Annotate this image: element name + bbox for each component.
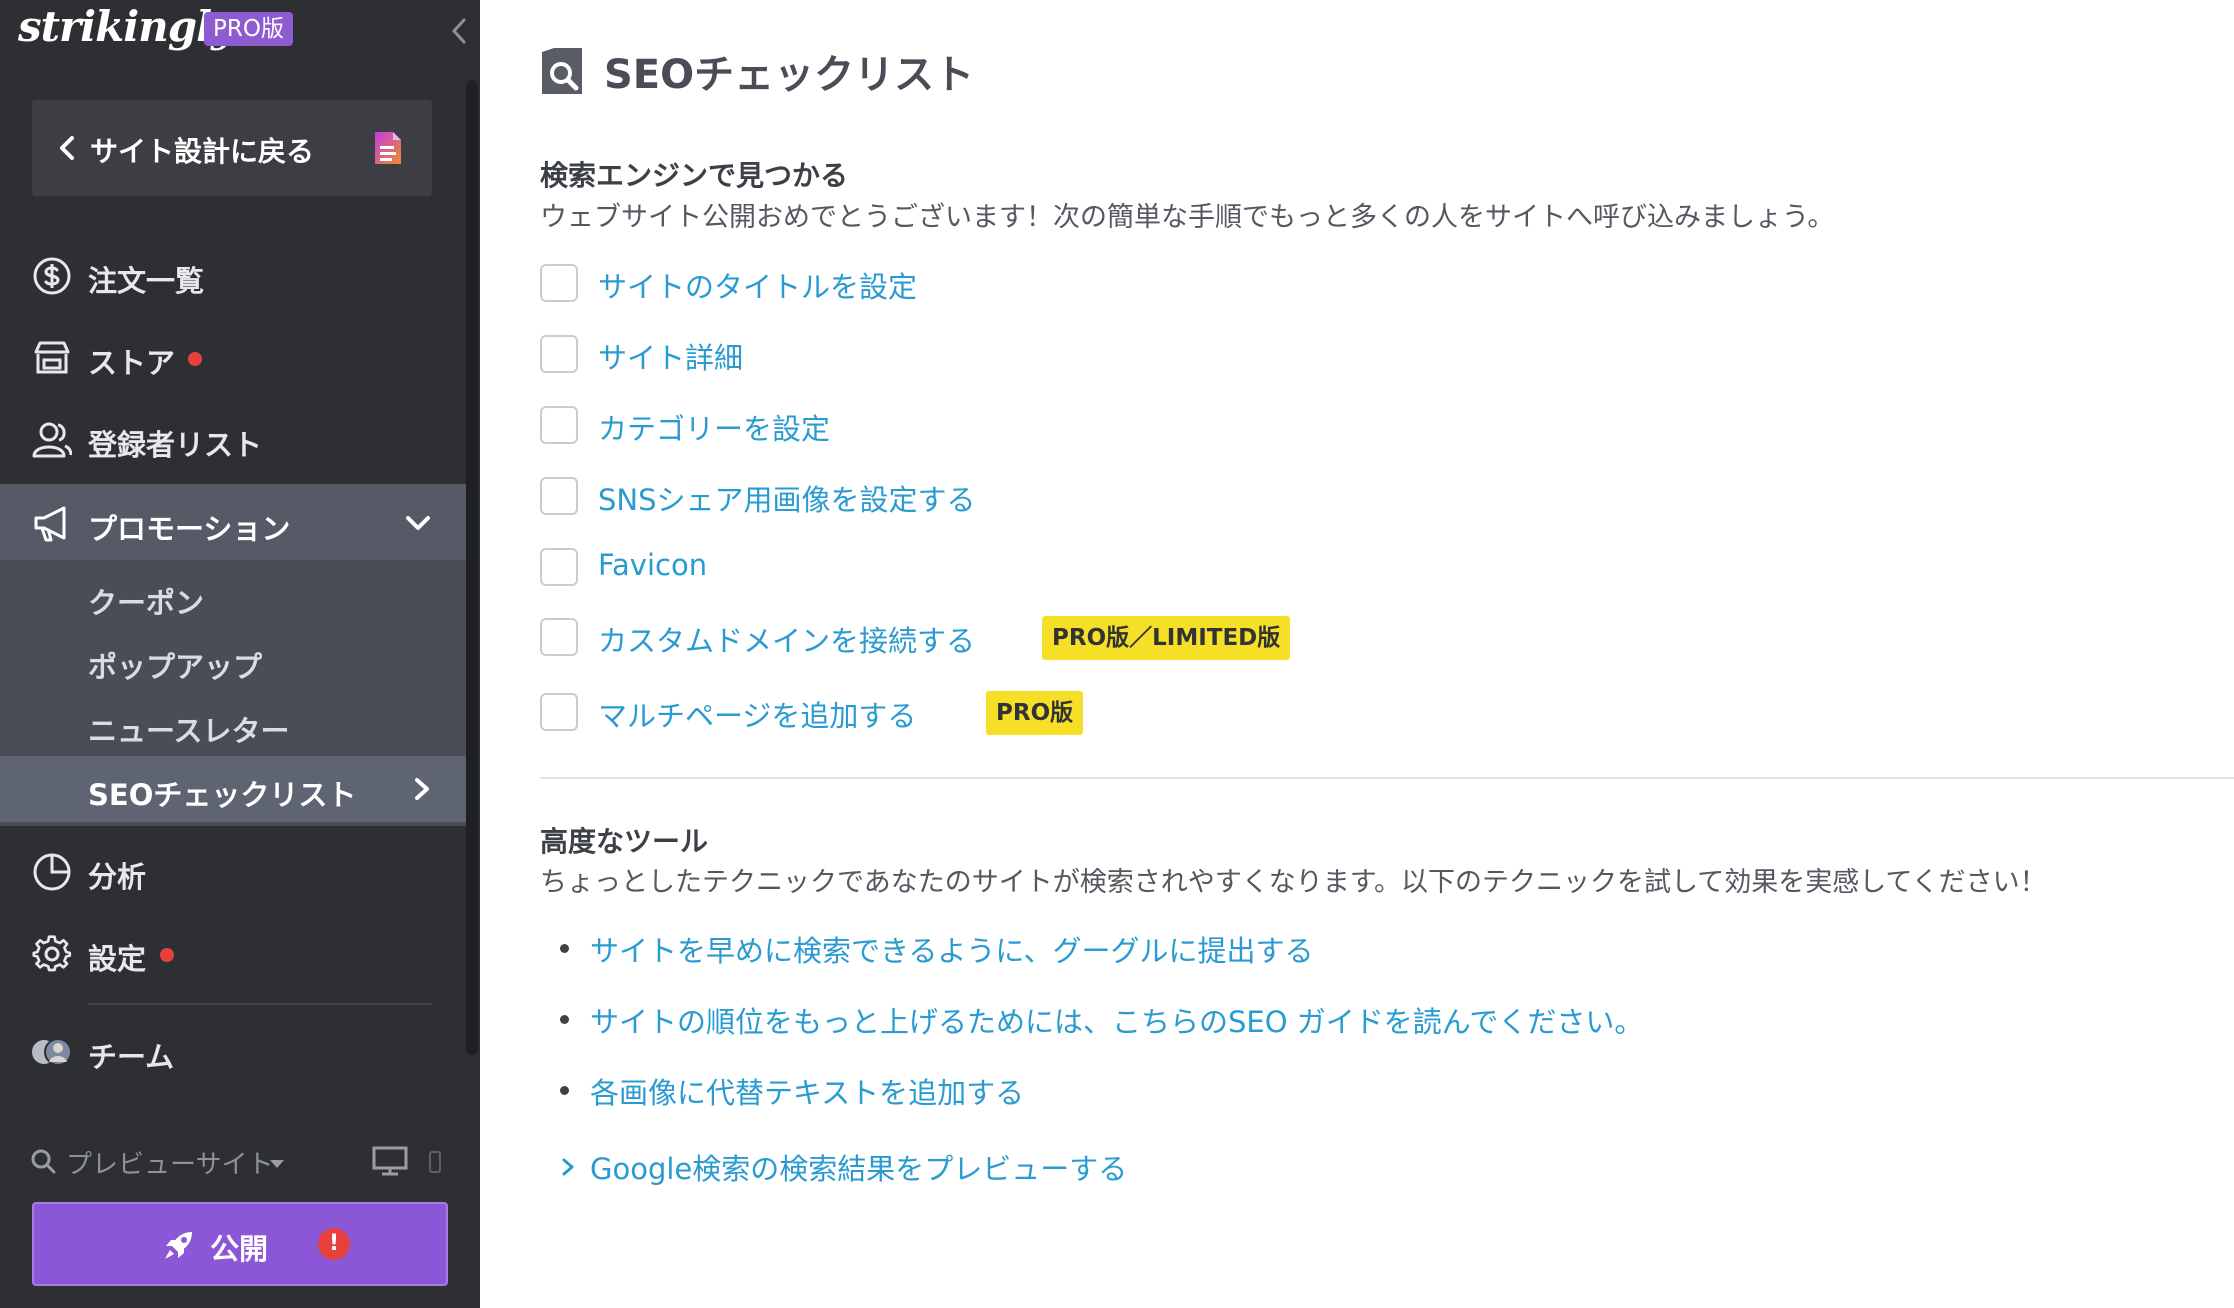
pro-plan-badge: PRO版 [986,691,1084,735]
page-document-icon [375,132,401,164]
advanced-tip-link[interactable]: 各画像に代替テキストを追加する [590,1070,1024,1112]
store-icon [34,341,70,374]
main-content: SEOチェックリスト 検索エンジンで見つかる ウェブサイト公開おめでとうございま… [480,0,2234,1308]
megaphone-icon [34,506,66,542]
pie-chart-icon [33,853,71,891]
advanced-tip-link[interactable]: サイトの順位をもっと上げるためには、こちらのSEO ガイドを読んでください。 [590,999,1643,1041]
sidebar: strikingly PRO版 サイト設計に戻る 注文一覧 ストア 登録者リスト… [0,0,480,1308]
back-to-site-editor-button[interactable]: サイト設計に戻る [32,100,432,196]
seo-search-icon [542,48,582,94]
strikingly-logo[interactable]: strikingly [18,2,235,51]
nav-label-promotion: プロモーション [88,512,291,546]
checklist-item-favicon: Favicon [540,546,1640,588]
nav-label-analytics: 分析 [88,860,147,894]
mobile-preview-icon[interactable] [428,1150,442,1174]
find-section-description: ウェブサイト公開おめでとうございます！次の簡単な手順でもっと多くの人をサイトへ呼… [540,202,1835,233]
checklist-item-custom-domain: カスタムドメインを接続する PRO版／LIMITED版 [540,616,1640,662]
collapse-sidebar-icon[interactable] [446,16,472,46]
dollar-circle-icon [33,257,71,295]
nav-label-orders: 注文一覧 [88,264,205,298]
checkbox[interactable] [540,618,578,656]
caret-down-icon[interactable] [268,1158,286,1170]
checkbox[interactable] [540,548,578,586]
bullet-icon [560,1086,569,1095]
bullet-icon [560,1015,569,1024]
advanced-tip-alt-text: 各画像に代替テキストを追加する [560,1070,1860,1110]
page-title: SEOチェックリスト [604,52,975,98]
checklist-link[interactable]: マルチページを追加する [598,693,916,735]
desktop-preview-icon[interactable] [372,1146,408,1176]
nav-item-settings[interactable]: 設定 [0,918,466,988]
advanced-tip-seo-guide: サイトの順位をもっと上げるためには、こちらのSEO ガイドを読んでください。 [560,999,1860,1039]
nav-label-subscribers: 登録者リスト [88,428,263,462]
sub-item-popup[interactable]: ポップアップ [0,630,466,692]
section-divider [540,777,2234,779]
plan-badge: PRO版 [204,12,293,46]
sub-label-newsletter: ニュースレター [88,714,290,748]
checklist-link[interactable]: サイトのタイトルを設定 [598,264,917,306]
advanced-section-heading: 高度なツール [540,825,709,858]
preview-site-row: プレビューサイト [0,1140,466,1182]
sub-label-coupon: クーポン [88,586,205,620]
chevron-down-icon [406,516,430,530]
nav-item-orders[interactable]: 注文一覧 [0,240,466,310]
nav-item-subscribers[interactable]: 登録者リスト [0,404,466,474]
rocket-icon [165,1232,192,1259]
sub-item-newsletter[interactable]: ニュースレター [0,694,466,756]
google-preview-link[interactable]: Google検索の検索結果をプレビューする [590,1146,1127,1188]
search-icon [31,1149,56,1174]
nav-item-analytics[interactable]: 分析 [0,836,466,906]
checkbox[interactable] [540,406,578,444]
checklist-item-multi-page: マルチページを追加する PRO版 [540,691,1640,737]
gear-icon [32,935,72,972]
checklist-item-sns-image: SNSシェア用画像を設定する [540,475,1640,517]
checklist-item-category: カテゴリーを設定 [540,404,1640,446]
nav-label-store: ストア [88,346,176,380]
sub-label-seo-checklist: SEOチェックリスト [88,778,357,812]
nav-item-team[interactable]: チーム [0,1016,466,1086]
checkbox[interactable] [540,335,578,373]
advanced-section-description: ちょっとしたテクニックであなたのサイトが検索されやすくなります。以下のテクニック… [540,867,2047,898]
back-button-label: サイト設計に戻る [90,135,315,168]
advanced-tip-link[interactable]: サイトを早めに検索できるように、グーグルに提出する [590,928,1314,970]
nav-label-team: チーム [88,1040,175,1074]
checklist-item-site-title: サイトのタイトルを設定 [540,262,1640,304]
nav-item-promotion[interactable]: プロモーション [0,484,466,562]
publish-button[interactable]: 公開 ! [32,1202,448,1286]
sub-item-coupon[interactable]: クーポン [0,566,466,628]
users-icon [32,422,72,458]
publish-button-label: 公開 [210,1232,269,1266]
nav-label-settings: 設定 [88,942,147,976]
nav-item-store[interactable]: ストア [0,322,466,392]
sub-label-popup: ポップアップ [88,650,263,684]
sidebar-scrollbar[interactable] [466,80,478,1055]
alert-icon: ! [318,1228,350,1260]
chevron-right-icon [415,778,429,800]
google-preview-expander[interactable]: Google検索の検索結果をプレビューする [560,1146,1560,1186]
sidebar-divider [88,1003,432,1005]
checkbox[interactable] [540,264,578,302]
bullet-icon [560,944,569,953]
checkbox[interactable] [540,693,578,731]
settings-notification-dot [160,948,174,962]
brand-row: strikingly PRO版 [0,0,480,70]
chevron-left-icon [60,136,74,160]
checklist-link[interactable]: Favicon [598,548,707,582]
advanced-tip-submit-google: サイトを早めに検索できるように、グーグルに提出する [560,928,1860,968]
checklist-link[interactable]: カテゴリーを設定 [598,406,830,448]
checkbox[interactable] [540,477,578,515]
checklist-link[interactable]: カスタムドメインを接続する [598,618,975,660]
find-section-heading: 検索エンジンで見つかる [540,159,849,192]
pro-limited-plan-badge: PRO版／LIMITED版 [1042,616,1291,660]
checklist-link[interactable]: SNSシェア用画像を設定する [598,477,976,519]
checklist-item-site-details: サイト詳細 [540,333,1640,375]
team-avatars-icon [30,1038,72,1066]
preview-site-dropdown[interactable]: プレビューサイト [66,1144,273,1181]
store-notification-dot [188,352,202,366]
chevron-right-icon [562,1158,574,1176]
sub-item-seo-checklist[interactable]: SEOチェックリスト [0,756,466,822]
checklist-link[interactable]: サイト詳細 [598,335,743,377]
